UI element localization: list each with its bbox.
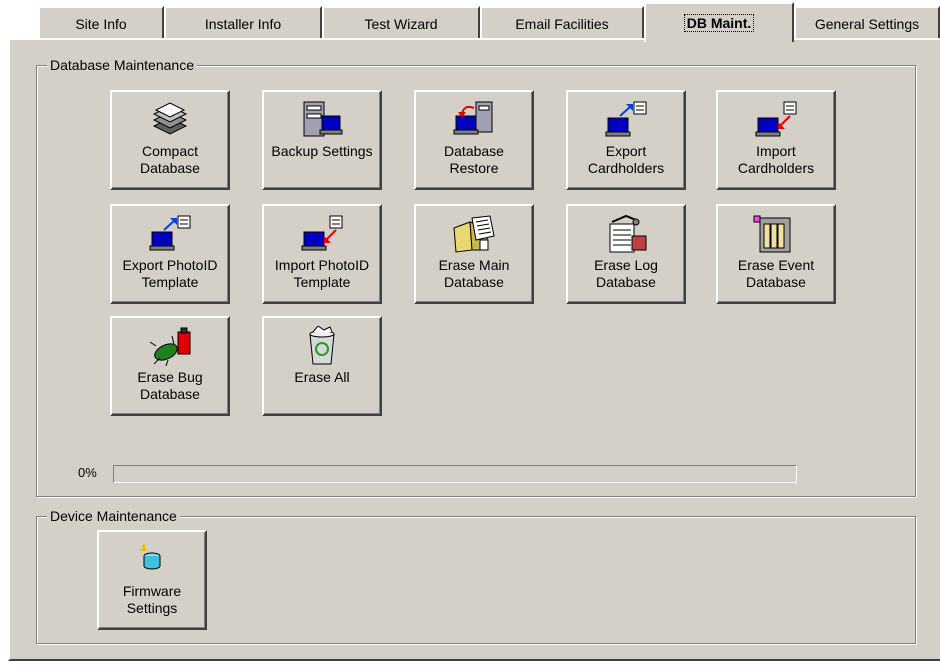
progress-percent: 0% [78, 465, 97, 480]
backup-settings-button[interactable]: Backup Settings [262, 90, 382, 190]
erase-main-database-icon [450, 214, 498, 254]
group-title: Device Maintenance [47, 507, 180, 525]
database-restore-icon [450, 100, 498, 140]
erase-main-database-button[interactable]: Erase Main Database [414, 204, 534, 304]
button-label: Erase Event Database [737, 257, 815, 290]
tab-test-wizard[interactable]: Test Wizard [322, 6, 480, 40]
button-label: Erase Bug Database [137, 369, 203, 402]
progress-bar [113, 465, 797, 483]
erase-event-database-icon [752, 214, 800, 254]
button-label: Export Cardholders [587, 143, 665, 176]
recycle-bin-icon [298, 326, 346, 366]
tab-label: Email Facilities [515, 16, 609, 32]
tab-label: Installer Info [204, 16, 282, 32]
firmware-settings-icon [128, 540, 176, 580]
button-label: Database Restore [444, 143, 504, 176]
tab-label: General Settings [814, 16, 920, 32]
button-label: Import PhotoID Template [274, 257, 370, 290]
button-label: Compact Database [140, 143, 200, 176]
button-label: Erase Main Database [438, 257, 510, 290]
button-label: Import Cardholders [737, 143, 815, 176]
button-label: Erase All [294, 369, 350, 385]
backup-settings-icon [298, 100, 346, 140]
import-cardholders-button[interactable]: Import Cardholders [716, 90, 836, 190]
export-cardholders-icon [602, 100, 650, 140]
erase-log-database-icon [602, 214, 650, 254]
button-label: Firmware Settings [122, 583, 182, 616]
tab-label: Test Wizard [364, 16, 438, 32]
erase-log-database-button[interactable]: Erase Log Database [566, 204, 686, 304]
export-photoid-icon [146, 214, 194, 254]
tab-site-info[interactable]: Site Info [38, 6, 164, 40]
button-label: Erase Log Database [594, 257, 658, 290]
compact-database-button[interactable]: Compact Database [110, 90, 230, 190]
erase-all-button[interactable]: Erase All [262, 316, 382, 416]
tab-label: Site Info [75, 16, 127, 32]
erase-bug-database-button[interactable]: Erase Bug Database [110, 316, 230, 416]
tab-label: DB Maint. [683, 14, 755, 32]
tab-general-settings[interactable]: General Settings [794, 6, 940, 40]
import-photoid-icon [298, 214, 346, 254]
group-title: Database Maintenance [47, 56, 197, 74]
erase-bug-database-icon [146, 326, 194, 366]
erase-event-database-button[interactable]: Erase Event Database [716, 204, 836, 304]
tab-email-facilities[interactable]: Email Facilities [480, 6, 644, 40]
tab-installer-info[interactable]: Installer Info [164, 6, 322, 40]
export-cardholders-button[interactable]: Export Cardholders [566, 90, 686, 190]
button-label: Export PhotoID Template [122, 257, 218, 290]
firmware-settings-button[interactable]: Firmware Settings [97, 530, 207, 630]
import-cardholders-icon [752, 100, 800, 140]
button-label: Backup Settings [271, 143, 373, 159]
tab-db-maint[interactable]: DB Maint. [644, 2, 794, 42]
import-photoid-template-button[interactable]: Import PhotoID Template [262, 204, 382, 304]
database-restore-button[interactable]: Database Restore [414, 90, 534, 190]
compact-database-icon [146, 100, 194, 140]
export-photoid-template-button[interactable]: Export PhotoID Template [110, 204, 230, 304]
